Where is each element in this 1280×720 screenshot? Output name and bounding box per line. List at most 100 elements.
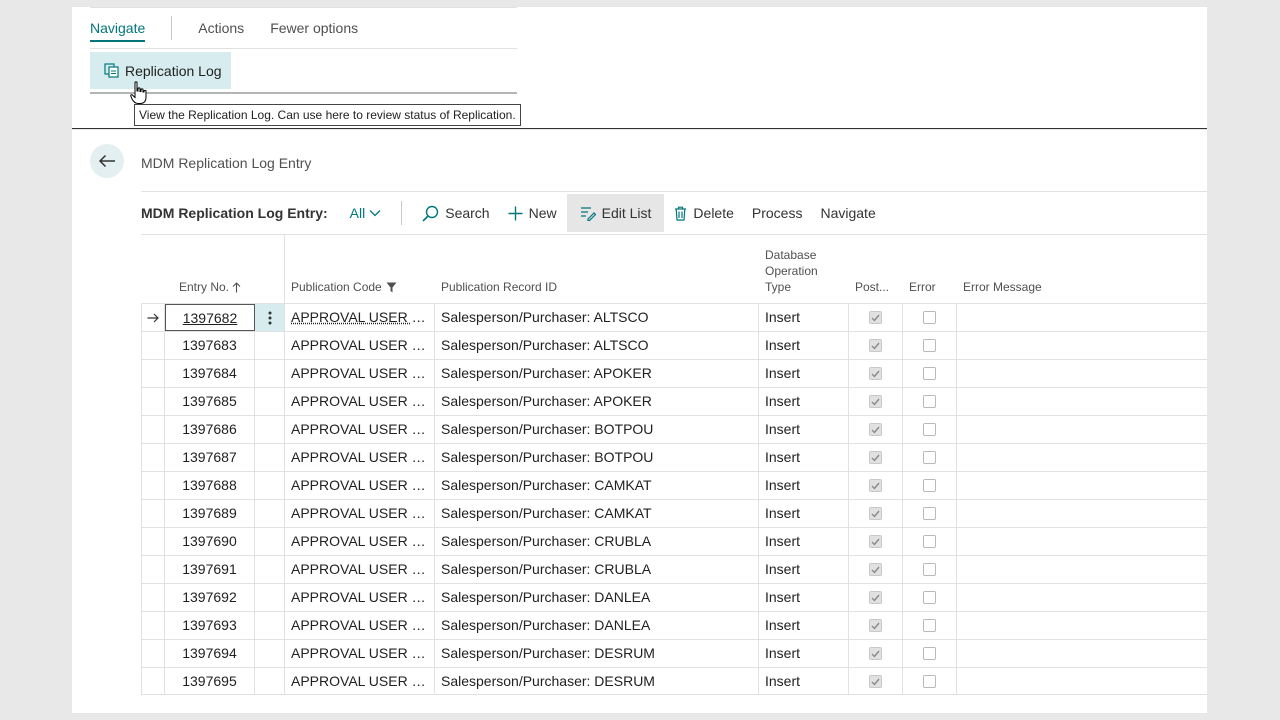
search-button[interactable]: Search [414,194,497,232]
table-row[interactable]: 1397684 APPROVAL USER SET... Salesperson/P… [141,359,1207,387]
publication-code-cell[interactable]: APPROVAL USER SET... [285,584,435,611]
table-row[interactable]: 1397691 APPROVAL USER SET... Salesperson/P… [141,555,1207,583]
error-message-cell[interactable] [957,640,1207,667]
error-checkbox[interactable] [923,535,936,548]
row-selector[interactable] [141,556,165,583]
row-menu[interactable] [255,444,285,471]
error-message-cell[interactable] [957,584,1207,611]
entry-no-cell[interactable]: 1397684 [165,360,255,387]
error-message-cell[interactable] [957,556,1207,583]
row-menu[interactable] [255,472,285,499]
row-selector[interactable] [141,528,165,555]
error-checkbox[interactable] [923,563,936,576]
publication-record-id-cell[interactable]: Salesperson/Purchaser: CAMKAT [435,500,759,527]
publication-code-cell[interactable]: APPROVAL USER SET... [285,332,435,359]
error-checkbox[interactable] [923,395,936,408]
header-publication-record-id[interactable]: Publication Record ID [441,279,557,295]
publication-code-cell[interactable]: APPROVAL USER SET... [285,416,435,443]
publication-record-id-cell[interactable]: Salesperson/Purchaser: CRUBLA [435,528,759,555]
error-message-cell[interactable] [957,612,1207,639]
delete-button[interactable]: Delete [666,194,741,232]
error-checkbox[interactable] [923,367,936,380]
row-menu[interactable] [255,584,285,611]
publication-code-cell[interactable]: APPROVAL USER SET... [285,640,435,667]
error-message-cell[interactable] [957,668,1207,695]
error-message-cell[interactable] [957,416,1207,443]
row-selector[interactable] [141,304,165,331]
entry-no-cell[interactable]: 1397686 [165,416,255,443]
database-operation-type-cell[interactable]: Insert [759,360,849,387]
error-message-cell[interactable] [957,388,1207,415]
publication-record-id-cell[interactable]: Salesperson/Purchaser: DANLEA [435,584,759,611]
entry-no-cell[interactable]: 1397688 [165,472,255,499]
posted-checkbox[interactable] [869,563,882,576]
database-operation-type-cell[interactable]: Insert [759,584,849,611]
error-message-cell[interactable] [957,332,1207,359]
header-error-message[interactable]: Error Message [963,279,1042,295]
replication-log-button[interactable]: Replication Log [90,52,231,89]
publication-code-cell[interactable]: APPROVAL USER SET... [285,500,435,527]
database-operation-type-cell[interactable]: Insert [759,332,849,359]
row-selector[interactable] [141,668,165,695]
row-menu[interactable] [255,528,285,555]
row-selector[interactable] [141,472,165,499]
edit-list-button[interactable]: Edit List [566,194,665,232]
header-posted[interactable]: Post... [855,279,889,295]
entry-no-cell[interactable]: 1397683 [165,332,255,359]
publication-code-cell[interactable]: APPROVAL USER SET... [285,388,435,415]
posted-checkbox[interactable] [869,423,882,436]
posted-checkbox[interactable] [869,507,882,520]
database-operation-type-cell[interactable]: Insert [759,556,849,583]
publication-code-cell[interactable]: APPROVAL USER SET... [285,360,435,387]
database-operation-type-cell[interactable]: Insert [759,528,849,555]
publication-code-cell[interactable]: APPROVAL USER SET... [285,556,435,583]
publication-record-id-cell[interactable]: Salesperson/Purchaser: ALTSCO [435,304,759,331]
posted-checkbox[interactable] [869,367,882,380]
publication-record-id-cell[interactable]: Salesperson/Purchaser: DESRUM [435,668,759,695]
entry-no-cell[interactable]: 1397685 [165,388,255,415]
entry-no-cell[interactable]: 1397694 [165,640,255,667]
table-row[interactable]: 1397682 APPROVAL USER SET... Salesperson/P… [141,303,1207,331]
publication-code-cell[interactable]: APPROVAL USER SET... [285,612,435,639]
publication-record-id-cell[interactable]: Salesperson/Purchaser: BOTPOU [435,416,759,443]
posted-checkbox[interactable] [869,591,882,604]
posted-checkbox[interactable] [869,647,882,660]
row-selector[interactable] [141,416,165,443]
database-operation-type-cell[interactable]: Insert [759,416,849,443]
error-checkbox[interactable] [923,647,936,660]
view-filter-dropdown[interactable]: All [350,205,382,221]
entry-no-cell[interactable]: 1397695 [165,668,255,695]
error-checkbox[interactable] [923,423,936,436]
error-message-cell[interactable] [957,528,1207,555]
table-row[interactable]: 1397683 APPROVAL USER SET... Salesperson/P… [141,331,1207,359]
publication-record-id-cell[interactable]: Salesperson/Purchaser: CAMKAT [435,472,759,499]
entry-no-cell[interactable]: 1397690 [165,528,255,555]
row-menu[interactable] [255,556,285,583]
posted-checkbox[interactable] [869,339,882,352]
database-operation-type-cell[interactable]: Insert [759,388,849,415]
publication-code-cell[interactable]: APPROVAL USER SET... [285,528,435,555]
entry-no-cell[interactable]: 1397689 [165,500,255,527]
publication-record-id-cell[interactable]: Salesperson/Purchaser: APOKER [435,360,759,387]
database-operation-type-cell[interactable]: Insert [759,500,849,527]
row-menu[interactable] [255,668,285,695]
process-menu-button[interactable]: Process [744,194,811,232]
header-publication-code[interactable]: Publication Code [291,279,397,295]
header-entry-no[interactable]: Entry No. [179,279,241,295]
publication-record-id-cell[interactable]: Salesperson/Purchaser: CRUBLA [435,556,759,583]
tab-navigate[interactable]: Navigate [90,8,146,48]
row-menu[interactable] [255,640,285,667]
database-operation-type-cell[interactable]: Insert [759,640,849,667]
row-menu[interactable] [255,360,285,387]
row-selector[interactable] [141,500,165,527]
tab-actions[interactable]: Actions [198,8,244,48]
error-message-cell[interactable] [957,304,1207,331]
table-row[interactable]: 1397694 APPROVAL USER SET... Salesperson/P… [141,639,1207,667]
row-menu[interactable] [255,388,285,415]
posted-checkbox[interactable] [869,619,882,632]
database-operation-type-cell[interactable]: Insert [759,668,849,695]
publication-record-id-cell[interactable]: Salesperson/Purchaser: APOKER [435,388,759,415]
row-selector[interactable] [141,612,165,639]
error-message-cell[interactable] [957,472,1207,499]
table-row[interactable]: 1397695 APPROVAL USER SET... Salesperson/P… [141,667,1207,695]
